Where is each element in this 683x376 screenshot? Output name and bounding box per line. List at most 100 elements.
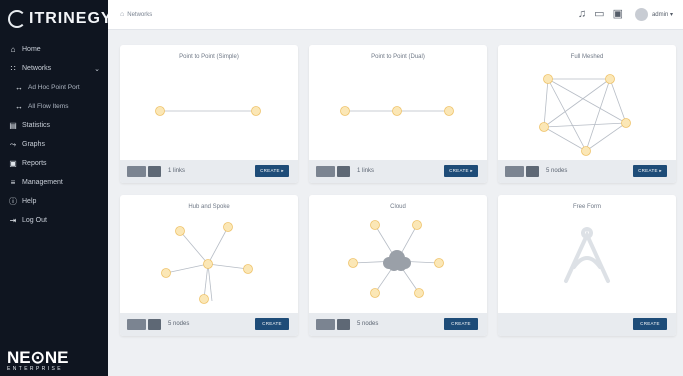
cloud-icon bbox=[383, 250, 411, 271]
card-footer: 5 nodes CREATE bbox=[309, 313, 487, 336]
sidebar-item-help[interactable]: ⓘ Help bbox=[0, 192, 108, 211]
node-dot bbox=[581, 146, 591, 156]
sidebar-item-reports[interactable]: ▣ Reports bbox=[0, 154, 108, 173]
user-name: admin bbox=[651, 11, 669, 18]
sidebar-item-label: Home bbox=[22, 46, 41, 53]
decrement-button[interactable] bbox=[127, 166, 146, 177]
sidebar-item-all-flow-items[interactable]: ↔ All Flow Items bbox=[0, 97, 108, 116]
decrement-button[interactable] bbox=[316, 319, 335, 330]
brand-tagline: ENTERPRISE bbox=[7, 366, 63, 372]
home-icon: ⌂ bbox=[10, 45, 16, 54]
link-line bbox=[609, 78, 627, 124]
create-button[interactable]: CREATE bbox=[633, 318, 667, 330]
table-icon: ▤ bbox=[9, 121, 17, 130]
create-button[interactable]: CREATE bbox=[444, 318, 478, 330]
node-count: 5 nodes bbox=[357, 321, 379, 327]
card-footer: 5 nodes CREATE ▸ bbox=[498, 160, 676, 183]
node-dot bbox=[348, 258, 358, 268]
increment-button[interactable] bbox=[526, 166, 539, 177]
logo-ring-icon bbox=[8, 10, 26, 28]
sidebar-item-label: Ad Hoc Point Port bbox=[28, 84, 80, 91]
increment-button[interactable] bbox=[148, 166, 161, 177]
create-button[interactable]: CREATE bbox=[255, 318, 289, 330]
node-dot bbox=[199, 294, 209, 304]
template-card-point-to-point-simple-[interactable]: Point to Point (Simple) 1 links CREATE ▸ bbox=[120, 45, 298, 183]
graph-icon: ⤳ bbox=[9, 139, 17, 149]
arrows-icon: ↔ bbox=[15, 83, 23, 92]
sidebar: ITRINEGY ⌂ Home ∷ Networks ⌄ ↔ Ad Hoc Point Po… bbox=[0, 0, 112, 376]
sidebar-nav: ⌂ Home ∷ Networks ⌄ ↔ Ad Hoc Point Port ↔ All Fl… bbox=[0, 40, 108, 230]
card-footer: 5 nodes CREATE bbox=[120, 313, 298, 336]
node-count: 5 nodes bbox=[546, 168, 568, 174]
node-dot bbox=[251, 106, 261, 116]
node-dot bbox=[155, 106, 165, 116]
node-dot bbox=[539, 122, 549, 132]
card-footer: CREATE bbox=[498, 313, 676, 336]
sidebar-item-label: Reports bbox=[22, 160, 47, 167]
sliders-icon: ≡ bbox=[10, 178, 16, 187]
topology-diagram bbox=[340, 106, 454, 116]
create-button[interactable]: CREATE ▸ bbox=[255, 165, 289, 177]
sidebar-item-label: Statistics bbox=[22, 122, 51, 129]
card-footer: 1 links CREATE ▸ bbox=[120, 160, 298, 183]
breadcrumb: ⌂ Networks bbox=[120, 11, 152, 18]
node-dot bbox=[175, 226, 185, 236]
node-dot bbox=[223, 222, 233, 232]
avatar[interactable] bbox=[634, 7, 648, 21]
increment-button[interactable] bbox=[337, 166, 350, 177]
calendar-icon[interactable]: ▣ bbox=[613, 7, 623, 21]
neone-enterprise-logo: NE⊙NE ENTERPRISE bbox=[7, 349, 68, 372]
node-dot bbox=[412, 220, 422, 230]
sidebar-item-graphs[interactable]: ⤳ Graphs bbox=[0, 135, 108, 154]
decrement-button[interactable] bbox=[505, 166, 524, 177]
sidebar-item-label: Networks bbox=[22, 65, 52, 72]
sidebar-item-label: Help bbox=[22, 198, 37, 205]
link-line bbox=[543, 122, 627, 128]
breadcrumb-label[interactable]: Networks bbox=[127, 12, 152, 18]
freeform-logo-icon bbox=[564, 227, 610, 283]
bell-icon[interactable]: ♫ bbox=[578, 7, 586, 21]
increment-button[interactable] bbox=[337, 319, 350, 330]
template-card-cloud[interactable]: Cloud 5 nodes CREATE bbox=[309, 195, 487, 336]
node-dot bbox=[392, 106, 402, 116]
node-dot bbox=[434, 258, 444, 268]
increment-button[interactable] bbox=[148, 319, 161, 330]
sidebar-item-label: Management bbox=[22, 179, 63, 186]
arrows-icon: ↔ bbox=[15, 102, 23, 111]
help-icon: ⓘ bbox=[9, 197, 17, 206]
network-icon: ∷ bbox=[10, 64, 16, 73]
link-line bbox=[207, 263, 249, 270]
sidebar-item-management[interactable]: ≡ Management bbox=[0, 173, 108, 192]
node-dot bbox=[370, 220, 380, 230]
link-line bbox=[207, 226, 229, 265]
user-menu[interactable]: admin ▾ bbox=[652, 11, 673, 18]
brand-name: NE⊙NE bbox=[7, 348, 69, 367]
template-card-free-form[interactable]: Free Form CREATE bbox=[498, 195, 676, 336]
template-card-hub-and-spoke[interactable]: Hub and Spoke 5 nodes CREATE bbox=[120, 195, 298, 336]
sidebar-item-log-out[interactable]: ⇥ Log Out bbox=[0, 211, 108, 230]
link-line bbox=[543, 78, 549, 128]
topology-diagram bbox=[539, 74, 631, 156]
sidebar-item-statistics[interactable]: ▤ Statistics bbox=[0, 116, 108, 135]
node-dot bbox=[605, 74, 615, 84]
decrement-button[interactable] bbox=[127, 319, 146, 330]
itrinegy-logo[interactable]: ITRINEGY bbox=[8, 8, 113, 30]
report-icon: ▣ bbox=[9, 159, 17, 168]
logout-icon: ⇥ bbox=[9, 216, 17, 225]
node-dot bbox=[543, 74, 553, 84]
sidebar-item-ad-hoc-point-port[interactable]: ↔ Ad Hoc Point Port bbox=[0, 78, 108, 97]
topology-diagram bbox=[348, 220, 444, 298]
topology-diagram bbox=[161, 222, 253, 304]
template-card-point-to-point-dual-[interactable]: Point to Point (Dual) 1 links CREATE ▸ bbox=[309, 45, 487, 183]
sidebar-item-home[interactable]: ⌂ Home bbox=[0, 40, 108, 59]
monitor-icon[interactable]: ▭ bbox=[594, 7, 604, 21]
home-icon[interactable]: ⌂ bbox=[120, 11, 124, 18]
decrement-button[interactable] bbox=[316, 166, 335, 177]
create-button[interactable]: CREATE ▸ bbox=[444, 165, 478, 177]
create-button[interactable]: CREATE ▸ bbox=[633, 165, 667, 177]
link-line bbox=[207, 263, 213, 302]
node-dot bbox=[243, 264, 253, 274]
template-card-full-meshed[interactable]: Full Meshed 5 nodes CREATE ▸ bbox=[498, 45, 676, 183]
link-line bbox=[165, 263, 209, 274]
sidebar-item-networks[interactable]: ∷ Networks ⌄ bbox=[0, 59, 108, 78]
